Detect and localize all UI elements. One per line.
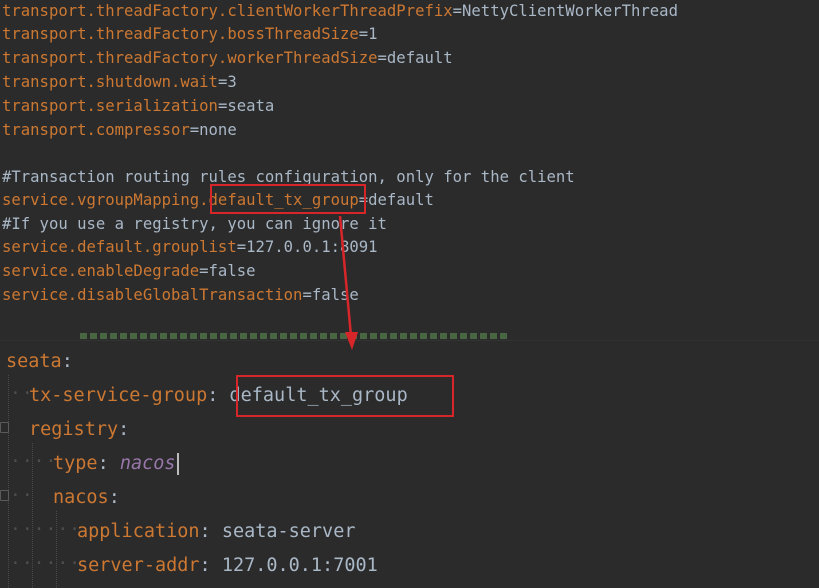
whitespace-dots: ···· [10,451,58,472]
property-line[interactable]: transport.threadFactory.clientWorkerThre… [2,0,678,22]
yaml-line-server-addr[interactable]: server-addr: 127.0.0.1:7001 [77,549,378,583]
property-value: default [368,191,434,209]
property-separator: = [236,238,247,256]
property-value: NettyClientWorkerThread [462,2,678,20]
yaml-key: type [53,453,98,474]
property-key: transport.threadFactory.workerThreadSize [2,49,378,67]
property-value: 1 [368,25,378,43]
property-line[interactable]: transport.threadFactory.bossThreadSize=1 [2,23,378,45]
yaml-colon: : [199,521,211,542]
yaml-value: nacos [119,453,176,474]
yaml-colon: : [207,385,219,406]
property-separator: = [452,2,463,20]
yaml-key: tx-service-group [29,385,208,406]
yaml-key: application [77,521,200,542]
cut-off-comment-line [80,333,510,339]
text-caret [176,453,179,475]
whitespace-dots: ······ [10,553,82,574]
fold-marker-icon[interactable] [0,422,9,433]
property-key: service.disableGlobalTransaction [2,286,303,304]
property-line[interactable]: transport.shutdown.wait=3 [2,71,237,93]
yaml-line-type[interactable]: type: nacos [53,447,179,481]
property-separator: = [189,121,200,139]
property-value: default [386,49,453,67]
property-separator: = [302,286,312,304]
property-line[interactable]: transport.threadFactory.workerThreadSize… [2,47,453,69]
property-value: 3 [227,73,237,91]
property-separator: = [217,97,228,115]
yaml-key: server-addr [77,555,200,576]
yaml-colon: : [118,419,130,440]
whitespace-dots: ·· [10,485,34,506]
property-line[interactable]: service.default.grouplist=127.0.0.1:8091 [2,236,378,258]
property-separator: = [377,49,387,67]
property-key: service.default.grouplist [2,238,237,256]
yaml-key: registry [29,419,119,440]
highlight-box-properties [210,184,366,214]
property-value: false [311,286,359,304]
property-line[interactable]: transport.serialization=seata [2,95,274,117]
property-value: false [208,262,256,280]
property-key: transport.serialization [2,97,218,115]
property-separator: = [358,25,369,43]
property-value: seata [227,97,275,115]
yaml-colon: : [108,487,120,508]
yaml-key: nacos [53,487,109,508]
property-line[interactable]: service.enableDegrade=false [2,260,256,282]
comment-line: #If you use a registry, you can ignore i… [2,215,387,233]
property-line[interactable]: transport.compressor=none [2,119,237,141]
property-key: transport.shutdown.wait [2,73,218,91]
yaml-line-seata[interactable]: seata: [6,345,73,379]
yaml-line-registry[interactable]: registry: [29,413,129,447]
property-separator: = [199,262,209,280]
property-key: service.enableDegrade [2,262,200,280]
property-key: service.vgroupMapping. [2,191,209,209]
property-line[interactable]: service.disableGlobalTransaction=false [2,284,359,306]
property-value: 127.0.0.1:8091 [246,238,378,256]
yaml-line-nacos[interactable]: nacos: [53,481,120,515]
yaml-value: 127.0.0.1:7001 [221,555,378,576]
property-separator: = [217,73,228,91]
property-key: transport.compressor [2,121,190,139]
fold-marker-icon[interactable] [0,490,9,501]
yaml-key: seata [6,351,62,372]
properties-editor[interactable]: transport.threadFactory.clientWorkerThre… [0,0,819,340]
property-key: transport.threadFactory.bossThreadSize [2,25,359,43]
highlight-box-yaml [236,375,454,417]
yaml-colon: : [61,351,73,372]
yaml-line-application[interactable]: application: seata-server [77,515,355,549]
property-key: transport.threadFactory.clientWorkerThre… [2,2,453,20]
yaml-colon: : [97,453,109,474]
whitespace-dots: ······ [10,519,82,540]
yaml-value: seata-server [221,521,356,542]
property-value: none [199,121,237,139]
yaml-colon: : [199,555,211,576]
